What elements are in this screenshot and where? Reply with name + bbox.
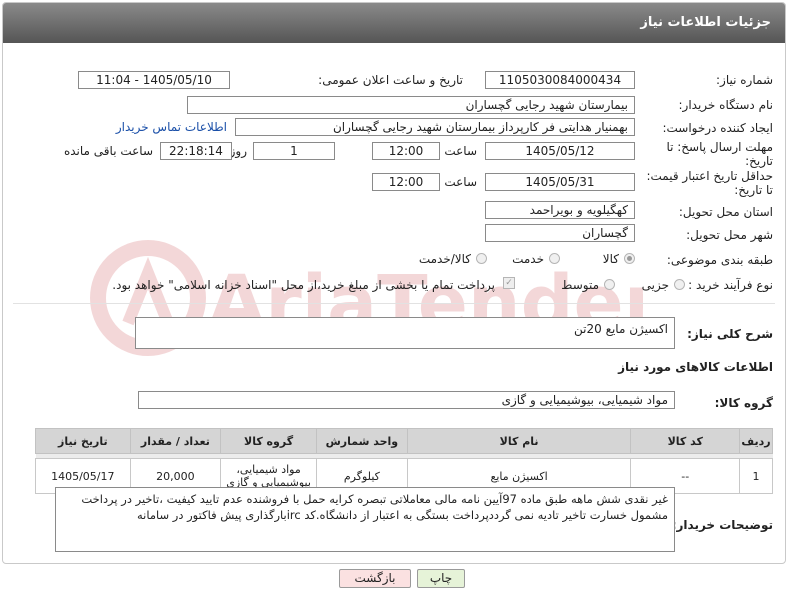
need-number-label: شماره نیاز: <box>716 73 773 87</box>
need-details-panel: جزئیات اطلاعات نیاز AriaTender.net شماره… <box>2 2 786 564</box>
buyer-org-label: نام دستگاه خریدار: <box>678 98 774 112</box>
announce-datetime-field: 1405/05/10 - 11:04 <box>78 71 230 89</box>
col-qty: تعداد / مقدار <box>129 428 222 454</box>
purchase-option-minor: جزیی <box>641 278 669 292</box>
need-number-field: 1105030084000434 <box>485 71 635 89</box>
category-option-goods-service: کالا/خدمت <box>418 252 471 266</box>
divider <box>13 303 775 304</box>
reply-date-field: 1405/05/12 <box>485 142 635 160</box>
buyer-notes-field: غیر نقدی شش ماهه طبق ماده 97آیین نامه ما… <box>55 487 675 552</box>
goods-group-label: گروه کالا: <box>714 396 773 410</box>
cell-row: 1 <box>739 458 773 494</box>
treasury-payment-note: پرداخت تمام یا بخشی از مبلغ خرید،از محل … <box>112 278 495 292</box>
treasury-payment-checkbox[interactable]: ✓ <box>503 277 515 289</box>
city-field: گچساران <box>485 224 635 242</box>
requester-label: ایجاد کننده درخواست: <box>662 121 773 135</box>
goods-info-title: اطلاعات کالاهای مورد نیاز <box>618 360 773 374</box>
buyer-notes-label: توضیحات خریدار: <box>671 518 773 532</box>
price-validity-date-field: 1405/05/31 <box>485 173 635 191</box>
price-validity-time-field: 12:00 <box>372 173 440 191</box>
purchase-type-label: نوع فرآیند خرید : <box>688 278 773 292</box>
print-button[interactable]: چاپ <box>417 569 465 588</box>
remaining-days-field: 1 <box>253 142 335 160</box>
goods-group-field: مواد شیمیایی، بیوشیمیایی و گازی <box>138 391 675 409</box>
reply-time-label: ساعت <box>444 144 477 158</box>
col-code: کد کالا <box>630 428 741 454</box>
city-label: شهر محل تحویل: <box>686 228 773 242</box>
goods-table: ردیف کد کالا نام کالا واحد شمارش گروه کا… <box>35 428 773 494</box>
remaining-time-field: 22:18:14 <box>160 142 232 160</box>
price-validity-time-label: ساعت <box>444 175 477 189</box>
province-label: استان محل تحویل: <box>678 205 773 219</box>
category-option-service: خدمت <box>512 252 544 266</box>
category-label: طبقه بندی موضوعی: <box>666 253 773 267</box>
price-validity-label: حداقل تاریخ اعتبار قیمت: تا تاریخ: <box>646 169 773 197</box>
reply-deadline-label: مهلت ارسال پاسخ: تا تاریخ: <box>666 140 773 168</box>
col-unit: واحد شمارش <box>315 428 408 454</box>
province-field: کهگیلویه و بویراحمد <box>485 201 635 219</box>
description-label: شرح کلی نیاز: <box>687 327 773 341</box>
col-date: تاریخ نیاز <box>35 428 131 454</box>
cell-group-line1: مواد شیمیایی، <box>236 463 301 476</box>
buyer-contact-link[interactable]: اطلاعات تماس خریدار <box>116 120 227 134</box>
purchase-radio-minor[interactable] <box>674 279 685 290</box>
reply-time-field: 12:00 <box>372 142 440 160</box>
buyer-notes-line2: مشمول خسارت تاخیر تادیه نمی گرددپرداخت ب… <box>136 508 668 522</box>
description-field: اکسیژن مایع 20تن <box>135 317 675 349</box>
purchase-radio-medium[interactable] <box>604 279 615 290</box>
requester-field: بهمنیار هدایتی فر کارپرداز بیمارستان شهی… <box>235 118 635 136</box>
panel-header: جزئیات اطلاعات نیاز <box>3 3 785 43</box>
category-radio-goods[interactable] <box>624 253 635 264</box>
col-row: ردیف <box>739 428 773 454</box>
buyer-notes-line1: غیر نقدی شش ماهه طبق ماده 97آیین نامه ما… <box>81 492 668 506</box>
col-name: نام کالا <box>406 428 632 454</box>
panel-title: جزئیات اطلاعات نیاز <box>640 15 771 30</box>
goods-table-header: ردیف کد کالا نام کالا واحد شمارش گروه کا… <box>35 428 773 454</box>
buyer-org-field: بیمارستان شهید رجایی گچساران <box>187 96 635 114</box>
purchase-option-medium: متوسط <box>561 278 599 292</box>
back-button[interactable]: بازگشت <box>339 569 411 588</box>
category-radio-goods-service[interactable] <box>476 253 487 264</box>
announce-datetime-label: تاریخ و ساعت اعلان عمومی: <box>318 73 463 87</box>
category-option-goods: کالا <box>602 252 619 266</box>
category-radio-service[interactable] <box>549 253 560 264</box>
remaining-time-label: ساعت باقی مانده <box>63 144 153 158</box>
col-group: گروه کالا <box>220 428 317 454</box>
